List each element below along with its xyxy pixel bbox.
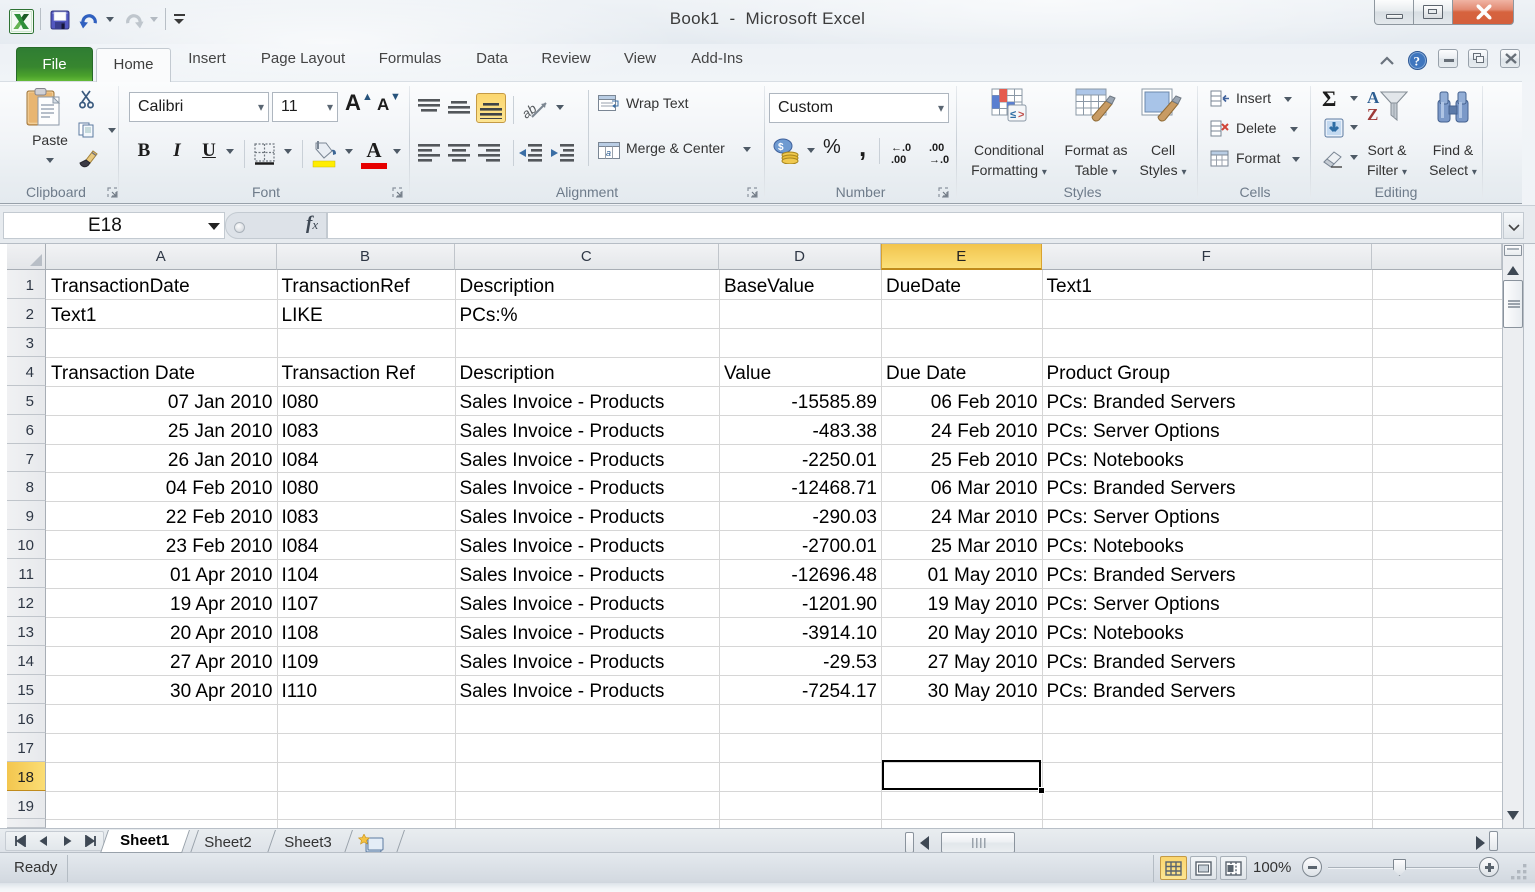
svg-text:Z: Z bbox=[1367, 105, 1378, 124]
svg-text:$: $ bbox=[778, 142, 784, 153]
svg-text:a: a bbox=[606, 148, 611, 158]
svg-text:>: > bbox=[1018, 109, 1024, 121]
svg-text:.00: .00 bbox=[929, 142, 944, 154]
svg-text:←.0: ←.0 bbox=[891, 142, 911, 154]
svg-text:ab: ab bbox=[520, 101, 539, 122]
svg-text:≤: ≤ bbox=[1010, 109, 1016, 121]
svg-text:→.0: →.0 bbox=[929, 154, 949, 164]
svg-text:.00: .00 bbox=[891, 154, 906, 164]
svg-text:?: ? bbox=[1414, 54, 1421, 69]
